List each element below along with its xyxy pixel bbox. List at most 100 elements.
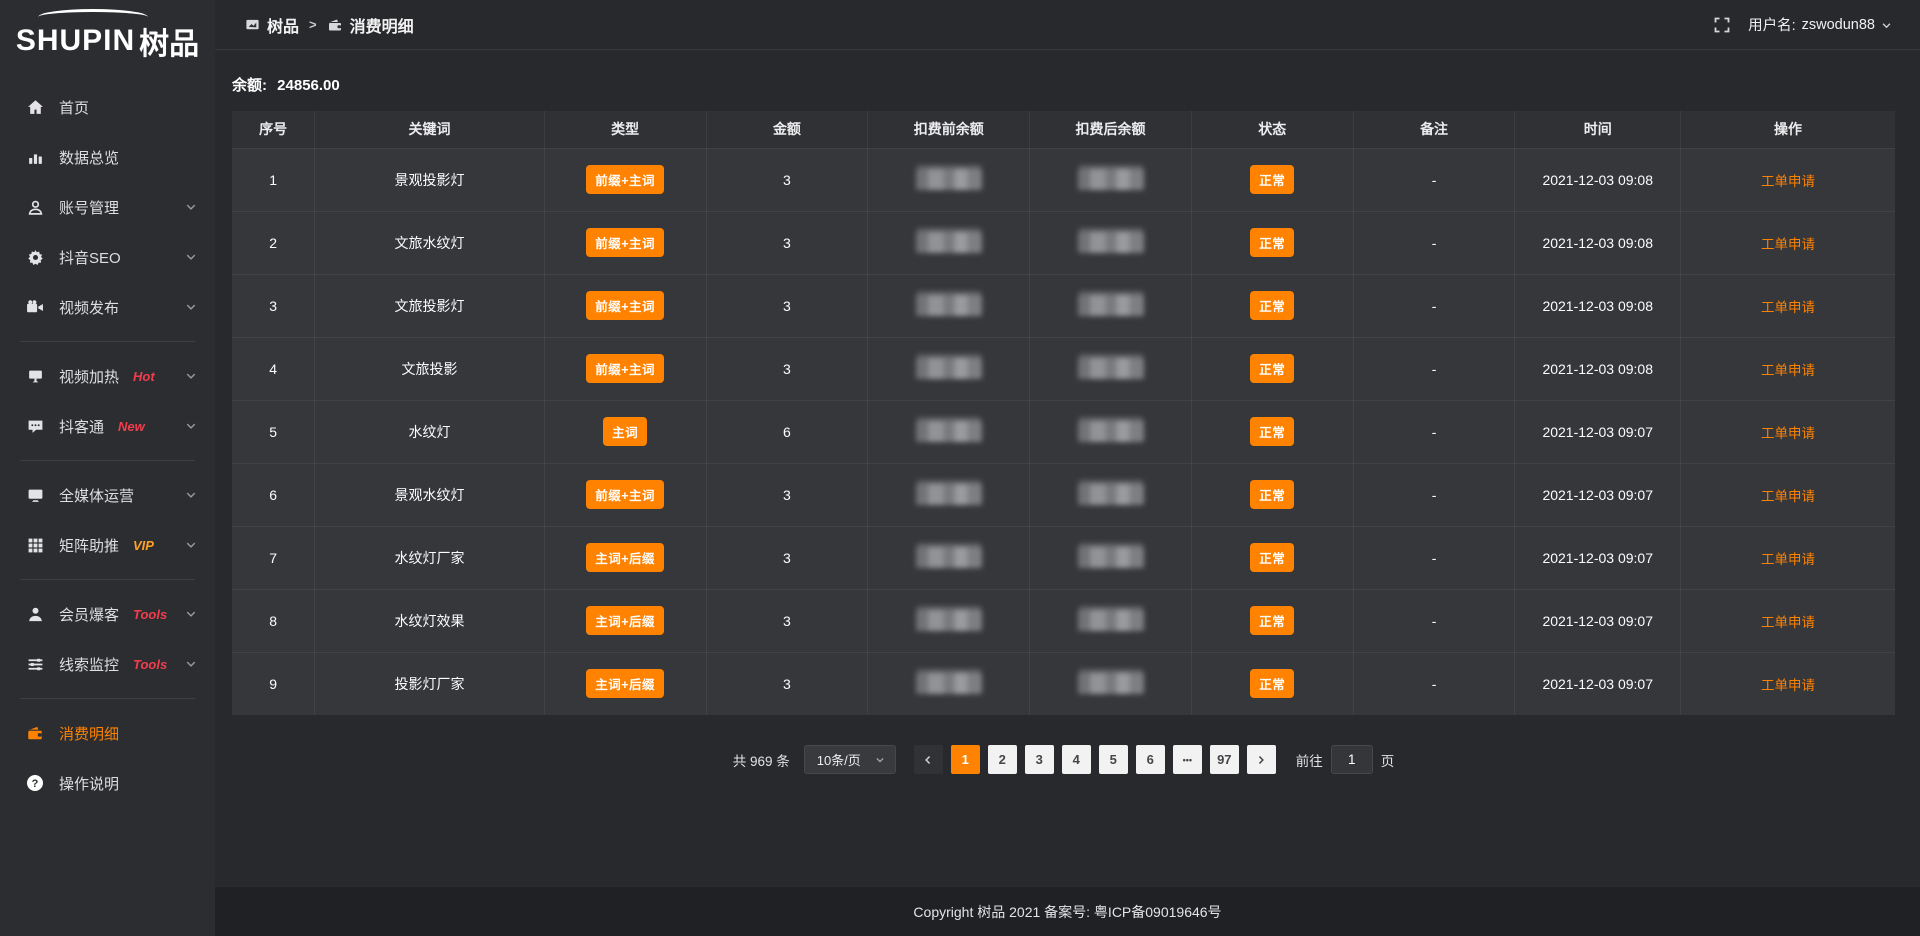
sidebar-item-label: 消费明细 [59,723,119,744]
cell-balance-after [1030,400,1192,463]
sidebar-item-instructions[interactable]: ?操作说明 [0,758,215,808]
cell-balance-after [1030,274,1192,337]
blurred-value [916,547,982,568]
blurred-value [916,358,982,379]
sidebar-item-data-overview[interactable]: 数据总览 [0,132,215,182]
sidebar-item-account-management[interactable]: 账号管理 [0,182,215,232]
page-number-button[interactable]: 4 [1062,745,1091,774]
cell-action: 工单申请 [1681,526,1896,589]
cell-keyword: 文旅投影灯 [315,274,545,337]
cell-time: 2021-12-03 09:07 [1515,589,1681,652]
chevron-down-icon [185,370,197,382]
person-icon [26,605,44,623]
sidebar-item-matrix-boost[interactable]: 矩阵助推VIP [0,520,215,570]
chevron-down-icon [185,658,197,670]
page-number-button[interactable]: 5 [1099,745,1128,774]
content-area: 树品 > 消费明细 用户名: zswodun88 [215,0,1920,936]
sidebar-item-badge: Hot [133,369,155,384]
sidebar-item-all-media[interactable]: 全媒体运营 [0,470,215,520]
cell-balance-after [1030,652,1192,715]
prev-page-button[interactable] [914,745,943,774]
sidebar-item-video-publish[interactable]: 视频发布 [0,282,215,332]
work-order-link[interactable]: 工单申请 [1761,174,1815,189]
fullscreen-icon[interactable] [1714,17,1730,33]
sidebar-menu: 首页数据总览账号管理抖音SEO 视频发布视频加热Hot抖客通New 全媒体运营矩阵助… [0,82,215,808]
chevron-down-icon [185,608,197,620]
cell-index: 1 [232,148,315,211]
cell-status: 正常 [1191,274,1353,337]
cell-action: 工单申请 [1681,274,1896,337]
cell-remark: - [1353,337,1515,400]
sidebar-item-clue-monitor[interactable]: 线索监控Tools [0,639,215,689]
blurred-value [916,295,982,316]
consumption-table: 序号关键词类型金额扣费前余额扣费后余额状态备注时间操作 1景观投影灯前缀+主词3… [232,111,1895,715]
type-badge: 前缀+主词 [586,291,664,320]
sliders-icon [26,655,44,673]
breadcrumb-item-current[interactable]: 消费明细 [327,13,414,37]
page-ellipsis-button[interactable]: ••• [1173,745,1202,774]
blurred-value [916,232,982,253]
status-badge: 正常 [1250,165,1294,194]
goto-page-input[interactable] [1331,745,1373,774]
table-header: 序号关键词类型金额扣费前余额扣费后余额状态备注时间操作 [232,111,1895,148]
sidebar-item-member-burst[interactable]: 会员爆客Tools [0,589,215,639]
sidebar-item-consumption-detail[interactable]: 消费明细 [0,708,215,758]
sidebar-item-douketong[interactable]: 抖客通New [0,401,215,451]
work-order-link[interactable]: 工单申请 [1761,363,1815,378]
cell-amount: 3 [706,652,868,715]
cell-remark: - [1353,526,1515,589]
table-row: 1景观投影灯前缀+主词3正常-2021-12-03 09:08工单申请 [232,148,1895,211]
page-size-select[interactable]: 10条/页 [804,745,896,774]
sidebar-divider [20,341,195,342]
cell-amount: 3 [706,337,868,400]
work-order-link[interactable]: 工单申请 [1761,426,1815,441]
chat-icon [26,417,44,435]
logo-arc-decoration [38,9,148,25]
cell-balance-before [868,400,1030,463]
page-number-button[interactable]: 1 [951,745,980,774]
page-number-button[interactable]: 97 [1210,745,1239,774]
cell-status: 正常 [1191,148,1353,211]
page-number-button[interactable]: 3 [1025,745,1054,774]
work-order-link[interactable]: 工单申请 [1761,300,1815,315]
username-value: zswodun88 [1802,17,1875,33]
type-badge: 前缀+主词 [586,165,664,194]
column-header: 状态 [1191,111,1353,148]
cell-action: 工单申请 [1681,652,1896,715]
work-order-link[interactable]: 工单申请 [1761,615,1815,630]
cell-balance-after [1030,463,1192,526]
cell-keyword: 文旅投影 [315,337,545,400]
cell-amount: 3 [706,148,868,211]
blurred-value [916,673,982,694]
work-order-link[interactable]: 工单申请 [1761,237,1815,252]
cell-index: 9 [232,652,315,715]
table-row: 8水纹灯效果主词+后缀3正常-2021-12-03 09:07工单申请 [232,589,1895,652]
page-number-button[interactable]: 6 [1136,745,1165,774]
blurred-value [1078,484,1144,505]
work-order-link[interactable]: 工单申请 [1761,489,1815,504]
sidebar-item-label: 视频发布 [59,297,119,318]
cell-keyword: 景观投影灯 [315,148,545,211]
type-badge: 前缀+主词 [586,228,664,257]
page-number-button[interactable]: 2 [988,745,1017,774]
next-page-button[interactable] [1247,745,1276,774]
table-row: 7水纹灯厂家主词+后缀3正常-2021-12-03 09:07工单申请 [232,526,1895,589]
cell-balance-after [1030,589,1192,652]
goto-page: 前往 页 [1296,745,1395,774]
breadcrumb: 树品 > 消费明细 [245,13,414,37]
sidebar-item-video-heat[interactable]: 视频加热Hot [0,351,215,401]
sidebar: SHUPIN 树品 首页数据总览账号管理抖音SEO视频发布视频加热Hot抖客通N… [0,0,215,936]
user-menu[interactable]: 用户名: zswodun88 [1748,14,1892,35]
sidebar-item-douyin-seo[interactable]: 抖音SEO [0,232,215,282]
sidebar-item-home[interactable]: 首页 [0,82,215,132]
breadcrumb-item-home[interactable]: 树品 [245,13,299,37]
work-order-link[interactable]: 工单申请 [1761,678,1815,693]
footer: Copyright 树品 2021 备案号: 粤ICP备09019646号 [215,886,1920,936]
column-header: 金额 [706,111,868,148]
cell-keyword: 文旅水纹灯 [315,211,545,274]
pagination-total: 共 969 条 [733,750,790,770]
blurred-value [1078,610,1144,631]
work-order-link[interactable]: 工单申请 [1761,552,1815,567]
grid-icon [26,536,44,554]
cell-time: 2021-12-03 09:08 [1515,211,1681,274]
